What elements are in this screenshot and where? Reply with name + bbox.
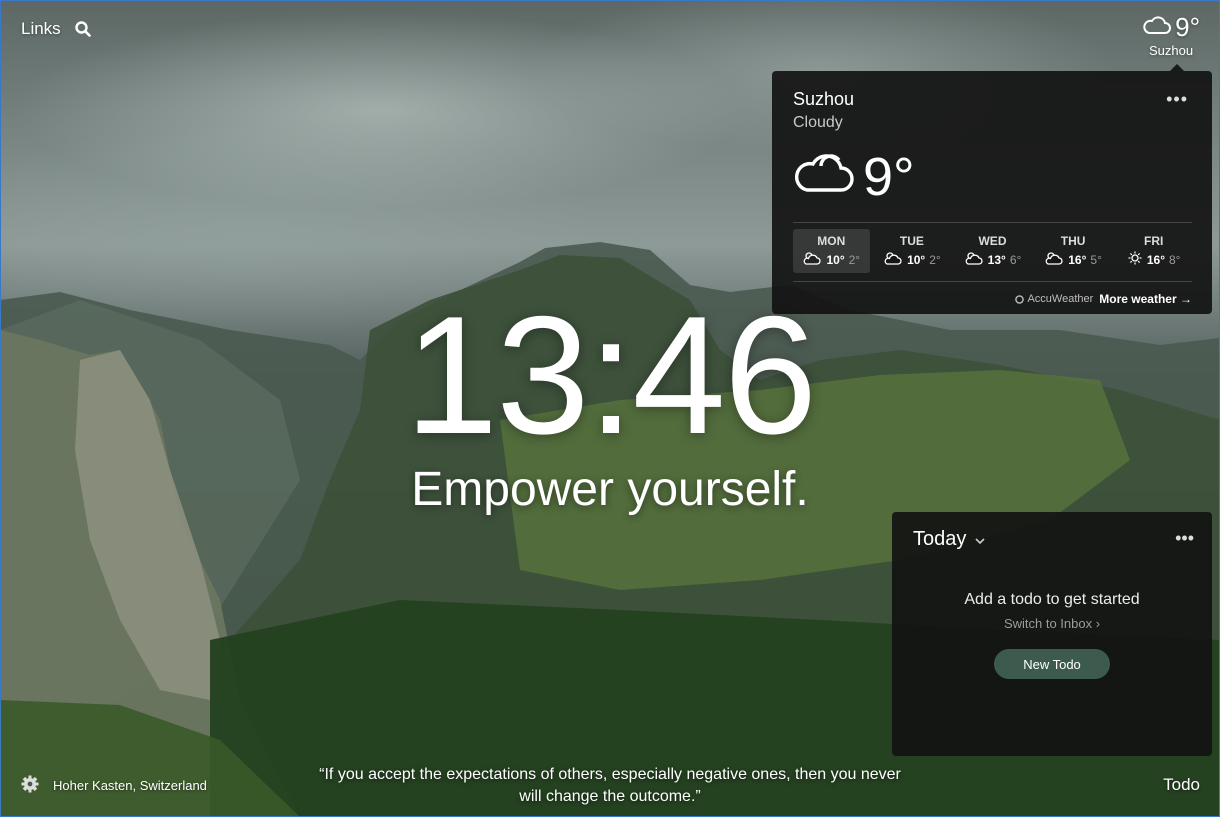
day-high: 10°: [826, 252, 845, 267]
day-low: 8°: [1169, 252, 1181, 267]
partly-cloudy-icon: [964, 251, 984, 268]
cloud-icon: [793, 146, 857, 208]
day-name: MON: [817, 234, 846, 248]
forecast-day-wed[interactable]: WED 13° 6°: [954, 229, 1031, 273]
top-left-bar: Links: [21, 19, 91, 39]
popover-caret: [1170, 64, 1184, 71]
current-temp: 9°: [863, 147, 915, 207]
more-options-icon[interactable]: •••: [1166, 89, 1188, 110]
partly-cloudy-icon: [883, 251, 903, 268]
quote[interactable]: “If you accept the expectations of other…: [310, 764, 910, 808]
todo-empty-text: Add a todo to get started: [964, 591, 1140, 608]
divider: [793, 222, 1192, 223]
more-options-icon[interactable]: •••: [1175, 528, 1194, 549]
new-todo-button[interactable]: New Todo: [994, 649, 1110, 679]
weather-condition: Cloudy: [793, 114, 843, 131]
weather-panel: Suzhou Cloudy ••• 9° MON 10° 2° TUE 10° 2°…: [772, 64, 1212, 314]
weather-widget-toggle[interactable]: 9° Suzhou: [1142, 12, 1200, 58]
photo-info: Hoher Kasten, Switzerland: [21, 775, 207, 796]
divider: [793, 281, 1192, 282]
forecast-day-tue[interactable]: TUE 10° 2°: [874, 229, 951, 273]
day-high: 16°: [1146, 252, 1165, 267]
day-name: WED: [978, 234, 1007, 248]
todo-list-name: Today: [913, 528, 967, 550]
partly-cloudy-icon: [802, 251, 822, 268]
cloud-icon: [1142, 12, 1172, 41]
forecast-days: MON 10° 2° TUE 10° 2° WED 13° 6° THU 16° 5° …: [793, 229, 1192, 273]
day-name: FRI: [1144, 234, 1164, 248]
todo-toggle[interactable]: Todo: [1163, 775, 1200, 795]
day-low: 2°: [929, 252, 941, 267]
day-name: THU: [1060, 234, 1086, 248]
sun-icon: [1127, 251, 1143, 268]
forecast-day-thu[interactable]: THU 16° 5°: [1035, 229, 1112, 273]
todo-list-selector[interactable]: Today: [913, 528, 986, 551]
gear-icon[interactable]: [21, 775, 39, 796]
day-low: 6°: [1009, 252, 1022, 267]
photo-location[interactable]: Hoher Kasten, Switzerland: [53, 778, 207, 793]
chevron-down-icon: [974, 528, 986, 551]
search-icon[interactable]: [74, 21, 91, 37]
day-low: 5°: [1090, 252, 1102, 267]
weather-city: Suzhou: [793, 89, 855, 109]
weather-mini-city: Suzhou: [1149, 43, 1194, 58]
partly-cloudy-icon: [1044, 251, 1064, 268]
day-high: 10°: [907, 252, 926, 267]
forecast-day-mon[interactable]: MON 10° 2°: [793, 229, 870, 273]
day-name: TUE: [899, 234, 924, 248]
todo-panel: Today ••• Add a todo to get started Swit…: [892, 512, 1212, 756]
current-weather: 9°: [793, 146, 1192, 208]
links-button[interactable]: Links: [21, 19, 61, 39]
clock: 13:46: [404, 281, 817, 469]
weather-mini-temp: 9°: [1175, 11, 1200, 42]
switch-to-inbox-link[interactable]: Switch to Inbox ›: [892, 616, 1212, 631]
day-high: 13°: [987, 252, 1006, 267]
forecast-day-fri[interactable]: FRI 16° 8°: [1115, 229, 1192, 273]
day-low: 2°: [848, 252, 861, 267]
mantra: Empower yourself.: [411, 463, 809, 516]
day-high: 16°: [1068, 252, 1087, 267]
